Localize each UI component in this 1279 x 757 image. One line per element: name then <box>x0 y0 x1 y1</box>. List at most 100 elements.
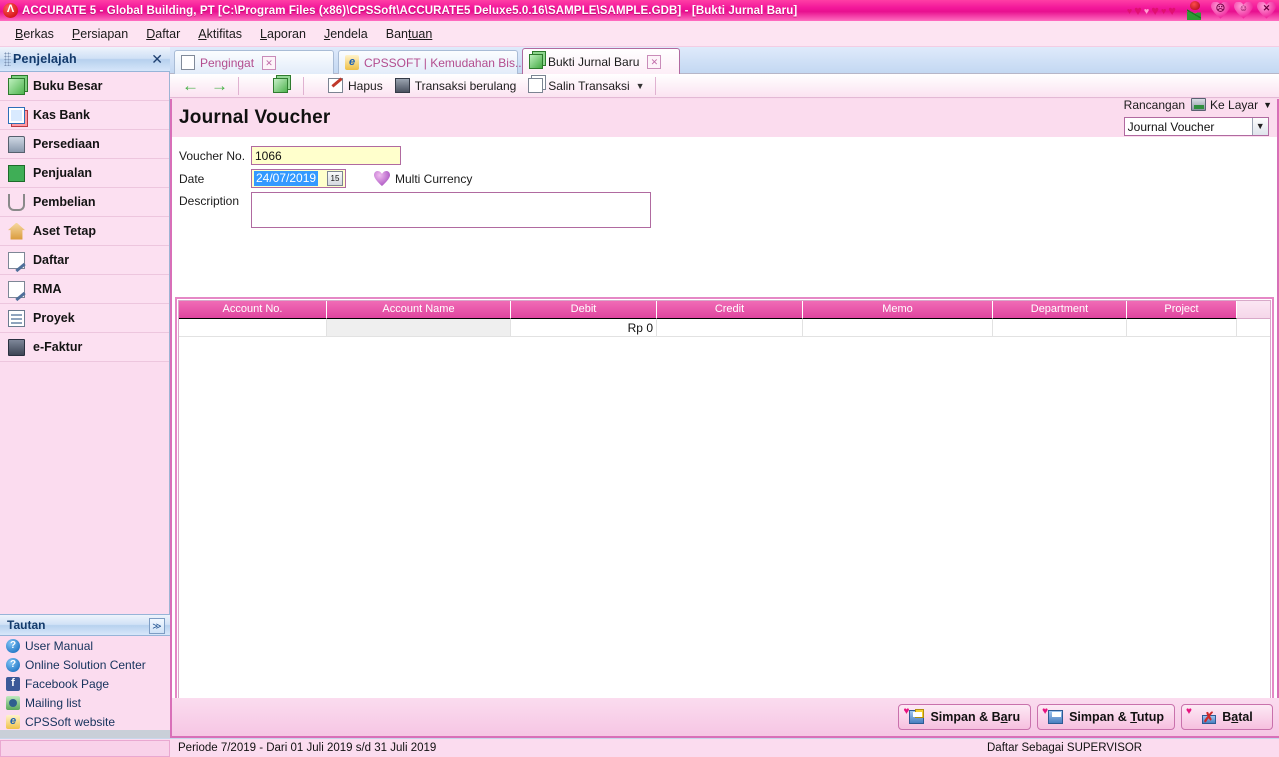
multi-currency-toggle[interactable]: Multi Currency <box>374 171 472 186</box>
copy-button[interactable] <box>267 75 299 96</box>
sidebar-close-icon[interactable]: ✕ <box>151 51 163 67</box>
voucher-no-input[interactable]: 1066 <box>251 146 401 165</box>
link-mailing-list[interactable]: Mailing list <box>0 693 170 712</box>
ke-layar-label: Ke Layar <box>1210 97 1259 112</box>
close-button[interactable]: ✕ <box>1256 1 1278 21</box>
ke-layar-button[interactable]: Ke Layar ▼ <box>1191 98 1272 112</box>
chevron-down-icon[interactable]: ≫ <box>149 618 165 634</box>
sidebar-item-proyek[interactable]: Proyek <box>0 304 169 333</box>
cell-department[interactable] <box>993 319 1127 336</box>
batal-button[interactable]: ♥ Batal <box>1181 704 1273 730</box>
menu-item-aktifitas[interactable]: Aktifitas <box>189 24 251 44</box>
cell-debit[interactable]: Rp 0 <box>511 319 657 336</box>
cell-credit[interactable] <box>657 319 803 336</box>
description-label: Description <box>179 194 240 208</box>
tab-close-icon[interactable]: ✕ <box>647 54 662 69</box>
sidebar-item-kas-bank[interactable]: Kas Bank <box>0 101 169 130</box>
heart-decoration-icon: ♥ <box>1151 3 1159 18</box>
forward-button[interactable]: → <box>205 75 234 96</box>
page-title: Journal Voucher <box>179 107 331 128</box>
heart-icon: ♥ <box>1186 706 1192 717</box>
ledger-icon <box>8 77 25 95</box>
chevron-down-icon[interactable]: ▼ <box>636 81 645 91</box>
links-panel-header: Tautan ≫ <box>0 614 170 636</box>
rancangan-select[interactable]: Journal Voucher ▼ <box>1123 117 1269 136</box>
back-button[interactable]: ← <box>176 75 205 96</box>
column-header-project[interactable]: Project <box>1127 301 1237 319</box>
main-pane: Pengingat ✕ CPSSOFT | Kemudahan Bis... B… <box>170 47 1279 738</box>
date-input[interactable]: 24/07/2019 15 <box>251 169 346 188</box>
chevron-down-icon[interactable]: ▼ <box>1251 118 1268 135</box>
link-online-solution-center[interactable]: Online Solution Center <box>0 655 170 674</box>
menu-item-daftar[interactable]: Daftar <box>137 24 189 44</box>
column-header-account-no[interactable]: Account No. <box>179 301 327 319</box>
delete-icon <box>328 78 343 93</box>
menu-item-jendela[interactable]: Jendela <box>315 24 377 44</box>
link-label: Facebook Page <box>25 676 110 691</box>
hapus-button[interactable]: Hapus <box>322 75 389 96</box>
sidebar-item-rma[interactable]: RMA <box>0 275 169 304</box>
tab-label: Pengingat <box>200 55 255 70</box>
cell-account-name[interactable] <box>327 319 511 336</box>
description-row: Description <box>179 192 1277 228</box>
table-row[interactable]: Rp 0 <box>179 319 1270 337</box>
salin-transaksi-button[interactable]: Salin Transaksi ▼ <box>522 75 650 96</box>
menu-item-bantuan[interactable]: Bantuan <box>377 24 442 44</box>
journal-voucher-form: Journal Voucher Rancangan Ke Layar ▼ Jou… <box>170 98 1279 738</box>
sidebar-item-daftar[interactable]: Daftar <box>0 246 169 275</box>
calendar-icon[interactable]: 15 <box>327 171 343 186</box>
journal-lines-grid: Account No. Account Name Debit Credit Me… <box>175 297 1274 703</box>
heart-decoration-icon: ♥ <box>1134 3 1142 18</box>
tab-strip: Pengingat ✕ CPSSOFT | Kemudahan Bis... B… <box>170 47 1279 74</box>
menu-item-laporan[interactable]: Laporan <box>251 24 315 44</box>
column-header-debit[interactable]: Debit <box>511 301 657 319</box>
link-user-manual[interactable]: User Manual <box>0 636 170 655</box>
status-user: Daftar Sebagai SUPERVISOR <box>987 742 1143 754</box>
action-bar: ♥ Simpan & Baru ♥ Simpan & Tutup ♥ Batal <box>172 698 1279 736</box>
tab-pengingat[interactable]: Pengingat ✕ <box>174 50 334 74</box>
tab-bukti-jurnal-baru[interactable]: Bukti Jurnal Baru ✕ <box>522 48 680 74</box>
column-header-account-name[interactable]: Account Name <box>327 301 511 319</box>
rancangan-area: Rancangan Ke Layar ▼ Journal Voucher ▼ <box>1123 95 1272 136</box>
description-input[interactable] <box>251 192 651 228</box>
simpan-dan-baru-label: Simpan & Baru <box>930 710 1021 724</box>
cell-account-no[interactable] <box>179 319 327 336</box>
simpan-dan-baru-button[interactable]: ♥ Simpan & Baru <box>898 704 1032 730</box>
heart-decoration-icon: ♥ <box>1126 5 1133 16</box>
menu-item-persiapan[interactable]: Persiapan <box>63 24 137 44</box>
sidebar-item-pembelian[interactable]: Pembelian <box>0 188 169 217</box>
help-icon <box>6 638 20 653</box>
sidebar-item-buku-besar[interactable]: Buku Besar <box>0 72 169 101</box>
menu-item-berkas[interactable]: Berkas <box>6 24 63 44</box>
simpan-dan-tutup-button[interactable]: ♥ Simpan & Tutup <box>1037 704 1175 730</box>
link-facebook-page[interactable]: Facebook Page <box>0 674 170 693</box>
window-title: ACCURATE 5 - Global Building, PT [C:\Pro… <box>22 4 798 17</box>
cell-project[interactable] <box>1127 319 1237 336</box>
sidebar-item-label: Daftar <box>33 253 70 267</box>
sidebar-item-aset-tetap[interactable]: Aset Tetap <box>0 217 169 246</box>
maximize-button[interactable]: ☺ <box>1233 1 1255 21</box>
column-header-credit[interactable]: Credit <box>657 301 803 319</box>
printer-icon <box>1191 98 1207 111</box>
drag-grip-icon[interactable] <box>4 52 11 66</box>
copy-transaction-icon <box>528 78 544 93</box>
column-header-department[interactable]: Department <box>993 301 1127 319</box>
salin-transaksi-label: Salin Transaksi <box>548 78 630 93</box>
facebook-icon <box>6 676 20 691</box>
chevron-down-icon[interactable]: ▼ <box>1263 100 1272 110</box>
tab-close-icon[interactable]: ✕ <box>262 55 277 70</box>
sidebar-item-e-faktur[interactable]: e-Faktur <box>0 333 169 362</box>
tab-cpssoft-website[interactable]: CPSSOFT | Kemudahan Bis... <box>338 50 525 74</box>
sidebar-item-penjualan[interactable]: Penjualan <box>0 159 169 188</box>
cell-memo[interactable] <box>803 319 993 336</box>
link-cpssoft-website[interactable]: CPSSoft website <box>0 712 170 731</box>
sidebar-item-persediaan[interactable]: Persediaan <box>0 130 169 159</box>
transaksi-berulang-label: Transaksi berulang <box>414 78 517 93</box>
minimize-button[interactable]: ☹ <box>1210 1 1232 21</box>
link-label: User Manual <box>25 638 94 653</box>
column-header-memo[interactable]: Memo <box>803 301 993 319</box>
title-bar: ACCURATE 5 - Global Building, PT [C:\Pro… <box>0 0 1279 21</box>
document-icon <box>181 55 195 70</box>
heart-decoration-icon: ♥ <box>1160 5 1167 16</box>
transaksi-berulang-button[interactable]: Transaksi berulang <box>389 75 523 96</box>
